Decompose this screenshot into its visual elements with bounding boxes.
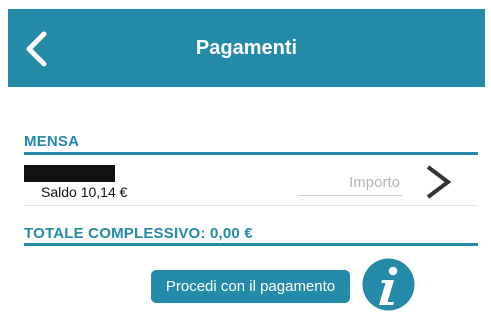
app-header: Pagamenti xyxy=(8,9,485,87)
section-title-mensa: MENSA xyxy=(24,133,80,150)
page-title: Pagamenti xyxy=(195,37,298,59)
totale-divider xyxy=(24,243,478,246)
row-divider xyxy=(24,205,478,206)
redacted-name-bar xyxy=(24,165,115,182)
procedi-pagamento-button[interactable]: Procedi con il pagamento xyxy=(151,270,350,303)
importo-input[interactable] xyxy=(298,172,402,196)
totale-complessivo: TOTALE COMPLESSIVO: 0,00 € xyxy=(24,225,253,242)
chevron-right-icon[interactable] xyxy=(420,164,456,200)
section-divider xyxy=(24,152,478,155)
saldo-label: Saldo 10,14 € xyxy=(41,184,128,200)
info-icon[interactable] xyxy=(362,258,415,311)
